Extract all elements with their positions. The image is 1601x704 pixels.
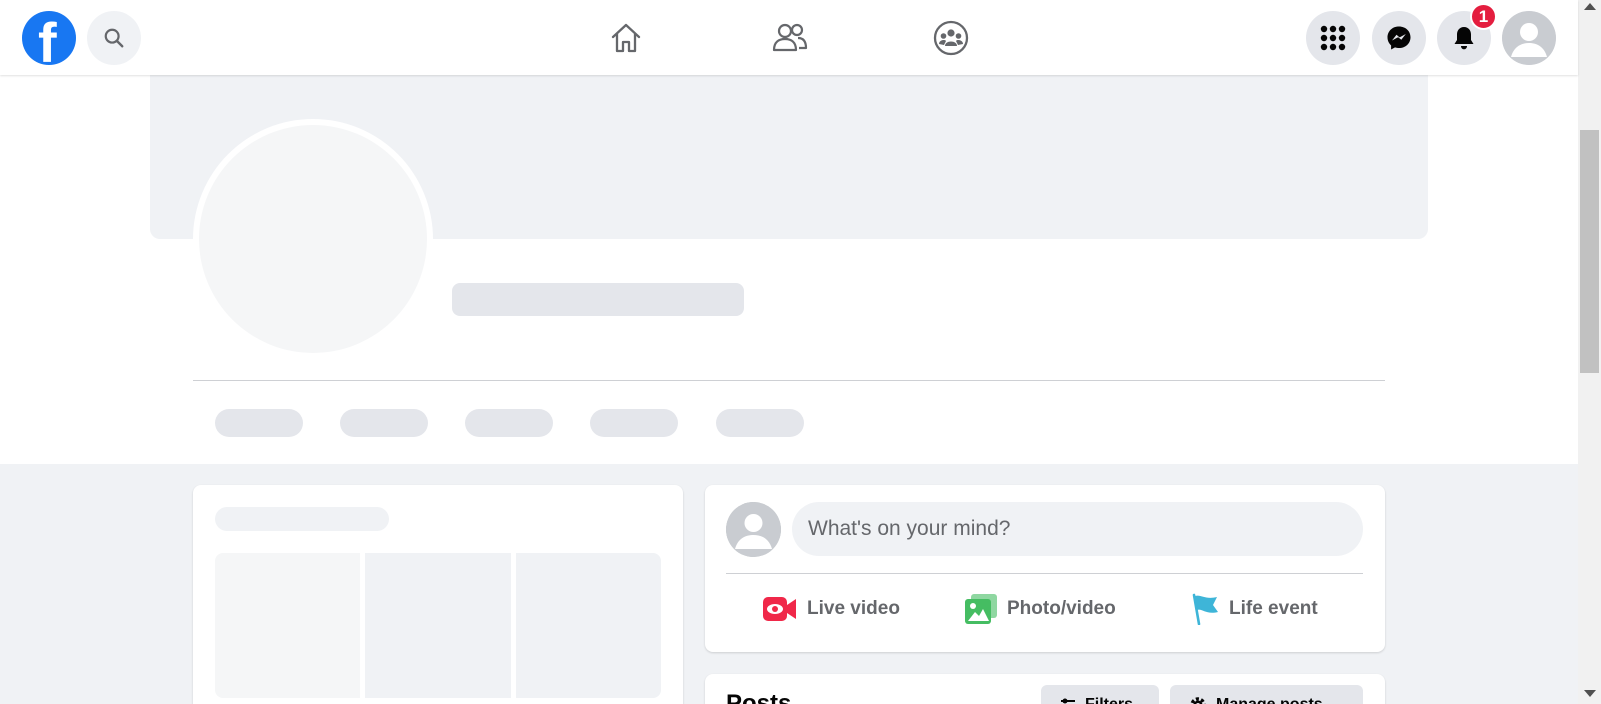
post-composer: What's on your mind? Live video Photo/vi… [705, 485, 1385, 652]
posts-title: Posts [726, 690, 792, 704]
groups-tab[interactable] [931, 18, 971, 58]
photo-grid-placeholder [215, 553, 661, 698]
card-title-placeholder [215, 507, 389, 531]
search-icon [104, 28, 124, 48]
live-video-button[interactable]: Live video [763, 588, 900, 630]
search-button[interactable] [87, 11, 141, 65]
photo-video-button[interactable]: Photo/video [965, 588, 1116, 630]
page-scrollbar[interactable] [1578, 0, 1601, 704]
photo-video-label: Photo/video [1007, 598, 1116, 619]
scroll-up-arrow-icon[interactable] [1584, 3, 1596, 10]
live-video-label: Live video [807, 598, 900, 619]
home-tab[interactable] [606, 18, 646, 58]
facebook-logo[interactable]: f [22, 11, 76, 65]
whats-on-your-mind-input[interactable]: What's on your mind? [792, 502, 1363, 556]
gear-icon [1190, 697, 1206, 704]
posts-card: Posts Filters Manage posts [705, 674, 1385, 704]
messenger-icon [1387, 26, 1411, 50]
bell-icon [1454, 27, 1474, 50]
manage-posts-label: Manage posts [1216, 696, 1323, 704]
live-video-icon [763, 597, 796, 621]
scroll-thumb[interactable] [1580, 130, 1599, 373]
profile-tab-placeholder [340, 409, 428, 437]
profile-header [0, 75, 1578, 464]
account-button[interactable] [1502, 11, 1556, 65]
filters-label: Filters [1085, 696, 1133, 704]
profile-divider [193, 380, 1385, 381]
photo-placeholder [515, 553, 661, 698]
scroll-down-arrow-icon[interactable] [1584, 690, 1596, 697]
facebook-logo-letter: f [38, 11, 57, 66]
home-icon [611, 23, 641, 53]
photo-placeholder [215, 553, 361, 698]
photos-card-placeholder [193, 485, 683, 704]
menu-grid-icon [1320, 25, 1346, 51]
manage-posts-button[interactable]: Manage posts [1170, 685, 1363, 704]
profile-tab-placeholder [716, 409, 804, 437]
composer-avatar[interactable] [726, 502, 781, 557]
friends-tab[interactable] [770, 18, 810, 58]
profile-tab-placeholder [465, 409, 553, 437]
profile-tab-placeholder [590, 409, 678, 437]
account-avatar [1502, 11, 1556, 65]
menu-button[interactable] [1306, 11, 1360, 65]
life-event-button[interactable]: Life event [1191, 588, 1318, 630]
photo-icon [965, 594, 997, 624]
profile-picture-placeholder [199, 125, 427, 353]
friends-icon [772, 23, 808, 52]
life-event-label: Life event [1229, 598, 1318, 619]
messenger-button[interactable] [1372, 11, 1426, 65]
profile-tab-placeholder [215, 409, 303, 437]
filters-button[interactable]: Filters [1041, 685, 1159, 704]
notification-badge: 1 [1470, 3, 1497, 30]
top-navigation: f 1 [0, 0, 1578, 75]
composer-divider [726, 573, 1363, 574]
photo-placeholder [365, 553, 511, 698]
filters-icon [1061, 698, 1075, 704]
user-avatar-icon [726, 502, 781, 557]
flag-icon [1192, 593, 1218, 625]
groups-icon [933, 20, 969, 56]
profile-name-placeholder [452, 283, 744, 316]
